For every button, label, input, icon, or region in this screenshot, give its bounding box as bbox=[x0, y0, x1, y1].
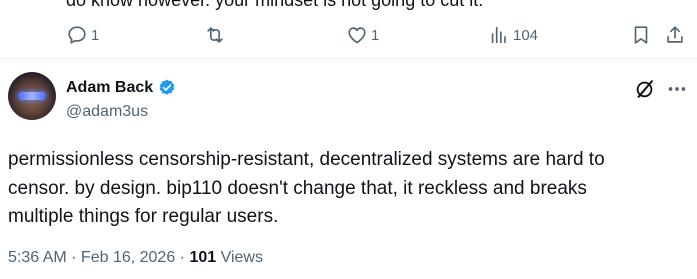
retweet-icon bbox=[207, 27, 223, 43]
avatar-laser-eyes bbox=[18, 92, 46, 100]
like-button[interactable]: 1 bbox=[346, 24, 379, 46]
verified-badge-icon bbox=[159, 79, 175, 95]
bookmark-button[interactable] bbox=[630, 24, 652, 46]
analytics-icon bbox=[491, 26, 506, 44]
divider bbox=[0, 58, 697, 59]
previous-tweet-text: do know however. your mindset is not goi… bbox=[66, 0, 484, 10]
retweet-button[interactable] bbox=[204, 24, 229, 46]
meta-separator: · bbox=[175, 249, 190, 266]
author-handle[interactable]: @adam3us bbox=[66, 102, 148, 122]
avatar[interactable] bbox=[8, 72, 56, 120]
share-icon bbox=[667, 26, 683, 43]
tweet-meta: 5:36 AM · Feb 16, 2026 · 101 Views bbox=[8, 248, 263, 268]
more-icon[interactable] bbox=[666, 80, 688, 98]
views-button[interactable]: 104 bbox=[488, 24, 538, 46]
tweet-text: permissionless censorship-resistant, dec… bbox=[8, 149, 605, 227]
tweet-views-count: 101 bbox=[189, 249, 217, 266]
views-count: 104 bbox=[513, 26, 539, 44]
reply-count: 1 bbox=[91, 26, 100, 44]
reply-button[interactable]: 1 bbox=[66, 24, 99, 46]
heart-icon bbox=[348, 27, 366, 44]
reply-icon bbox=[68, 26, 86, 44]
grok-icon[interactable] bbox=[634, 78, 656, 100]
tweet-timestamp[interactable]: 5:36 AM · Feb 16, 2026 bbox=[8, 249, 175, 266]
author-name-text[interactable]: Adam Back bbox=[66, 78, 153, 98]
like-count: 1 bbox=[371, 26, 380, 44]
author-name[interactable]: Adam Back bbox=[66, 78, 177, 98]
tweet-views-label: Views bbox=[216, 249, 263, 266]
share-button[interactable] bbox=[664, 24, 686, 46]
previous-tweet-action-bar: 1 1 104 bbox=[0, 22, 697, 52]
bookmark-icon bbox=[634, 26, 648, 44]
